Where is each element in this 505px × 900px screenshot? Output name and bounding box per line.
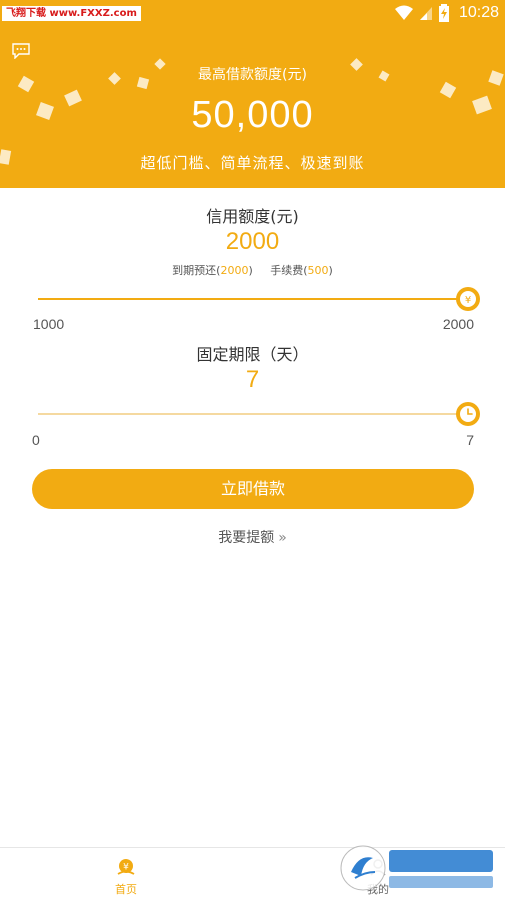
repay-prefix: 到期预还( [172,264,221,277]
borrow-now-button[interactable]: 立即借款 [32,469,474,509]
wifi-icon [394,5,413,20]
repay-value: 2000 [220,264,249,277]
signal-icon [419,7,432,20]
nav-label-home: 首页 [115,883,137,896]
watermark-label: 飞翔下载 www.FXXZ.com [2,6,141,21]
header-banner: 飞翔下载 www.FXXZ.com 10:28 最高借款额度(元) 50,000… [0,0,505,188]
nav-tab-home[interactable]: ¥ 首页 [0,848,252,900]
fee-suffix: ) [328,264,333,277]
max-loan-amount: 50,000 [191,94,314,136]
status-bar: 飞翔下载 www.FXXZ.com 10:28 [0,0,505,26]
term-min-label: 0 [32,432,40,448]
clock-time: 10:28 [458,4,499,21]
home-yen-icon: ¥ [117,859,135,875]
raise-limit-label: 我要提额 [218,530,275,546]
raise-limit-link[interactable]: 我要提额» [0,527,505,547]
fee-prefix: 手续费( [270,264,308,277]
credit-slider-track[interactable] [38,298,468,300]
battery-charging-icon [438,4,449,22]
fee-value: 500 [307,264,329,277]
max-loan-label: 最高借款额度(元) [198,67,307,83]
slogan-text: 超低门槛、简单流程、极速到账 [140,154,365,172]
double-chevron-right-icon: » [278,530,287,546]
clock-icon[interactable] [455,401,481,427]
svg-text:¥: ¥ [465,295,471,306]
term-value: 7 [245,366,260,393]
term-slider-fill [38,413,468,415]
repay-info: 到期预还(2000) 手续费(500) [0,262,505,278]
term-max-label: 7 [466,432,474,448]
yen-icon[interactable]: ¥ [455,286,481,312]
credit-max-label: 2000 [442,316,474,332]
credit-min-label: 1000 [33,316,65,332]
term-slider-track[interactable] [38,413,468,415]
credit-title: 信用额度(元) [206,207,299,226]
credit-slider-fill [38,298,468,300]
repay-suffix: ) [248,264,253,277]
status-icons: 10:28 [394,3,499,23]
message-icon[interactable] [12,43,30,59]
credit-value: 2000 [225,228,280,255]
term-title: 固定期限（天） [196,345,309,364]
watermark-logo [340,845,493,891]
